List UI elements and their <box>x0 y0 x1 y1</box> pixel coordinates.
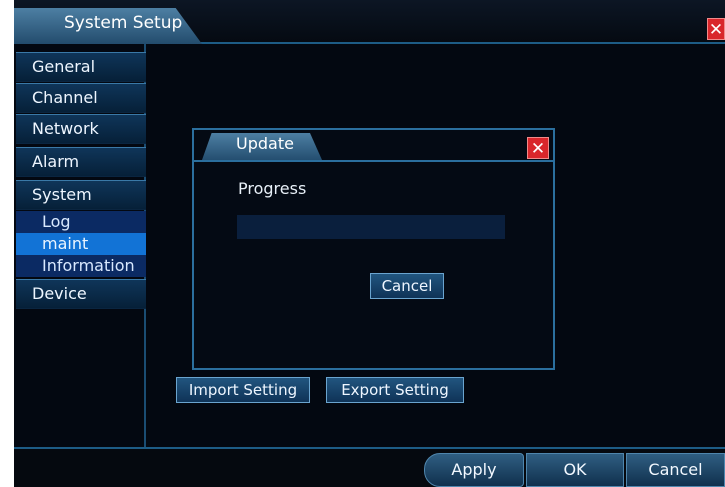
bottom-bar: Apply OK Cancel <box>14 447 725 487</box>
sidebar-item-alarm[interactable]: Alarm <box>16 147 146 177</box>
sidebar-item-system[interactable]: System <box>16 180 146 210</box>
progress-label: Progress <box>238 179 307 198</box>
import-setting-button[interactable]: Import Setting <box>176 377 310 403</box>
sidebar-subitem-information[interactable]: Information <box>16 255 146 277</box>
title-bar: System Setup ✕ <box>14 0 725 44</box>
sidebar-subitem-log[interactable]: Log <box>16 211 146 233</box>
close-icon[interactable]: ✕ <box>707 18 725 40</box>
ok-button[interactable]: OK <box>526 453 624 487</box>
window-title: System Setup <box>64 13 183 33</box>
sidebar-subitem-maint[interactable]: maint <box>16 233 146 255</box>
dialog-title: Update <box>236 134 294 153</box>
close-icon[interactable]: ✕ <box>527 137 549 159</box>
cancel-button[interactable]: Cancel <box>626 453 725 487</box>
sidebar-item-channel[interactable]: Channel <box>16 83 146 113</box>
sidebar: General Channel Network Alarm System Log… <box>14 44 146 447</box>
apply-button[interactable]: Apply <box>424 453 524 487</box>
dialog-title-bar: Update ✕ <box>194 130 553 162</box>
sidebar-item-general[interactable]: General <box>16 52 146 82</box>
progress-bar <box>237 215 505 239</box>
update-dialog: Update ✕ Progress Cancel <box>192 128 555 370</box>
export-setting-button[interactable]: Export Setting <box>326 377 464 403</box>
dialog-cancel-button[interactable]: Cancel <box>370 273 444 299</box>
sidebar-item-network[interactable]: Network <box>16 114 146 144</box>
system-setup-window: System Setup ✕ General Channel Network A… <box>14 0 725 487</box>
sidebar-item-device[interactable]: Device <box>16 279 146 309</box>
